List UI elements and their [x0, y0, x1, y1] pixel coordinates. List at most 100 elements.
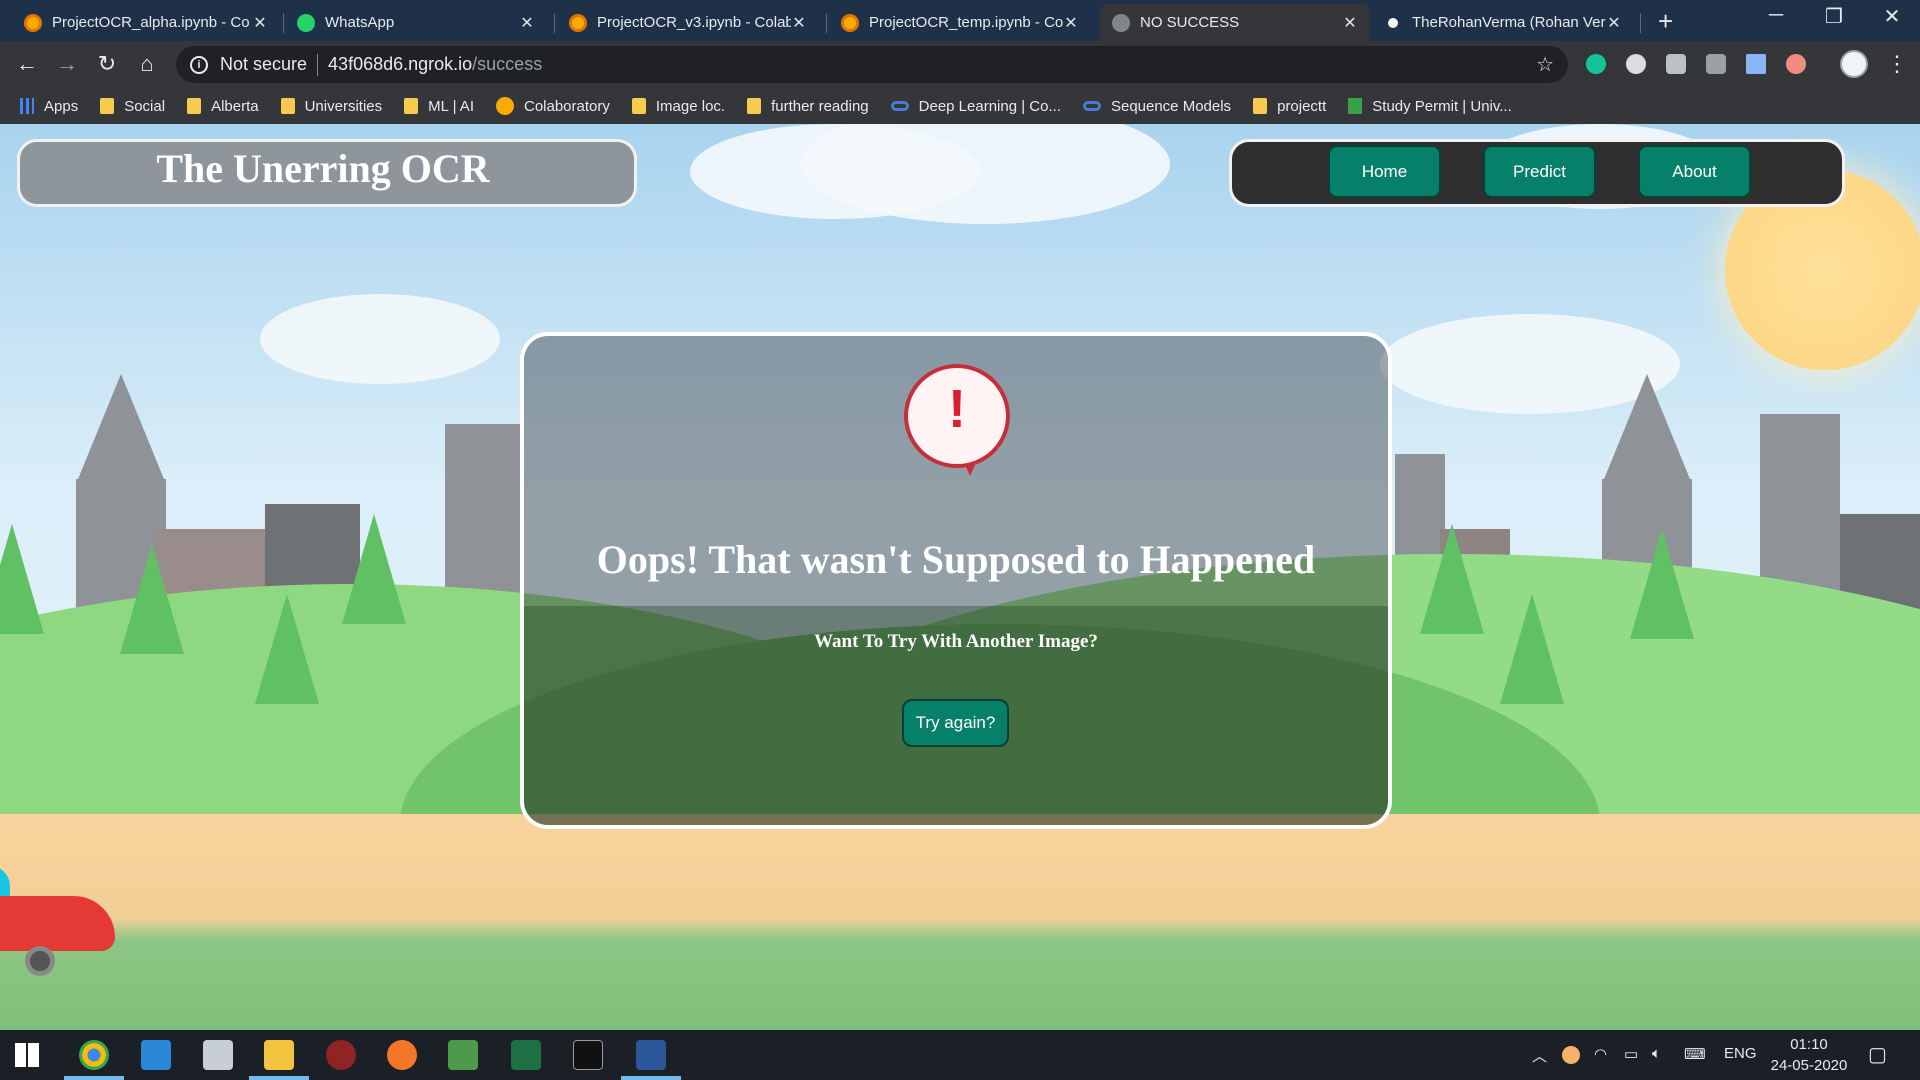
tab-title: NO SUCCESS [1140, 14, 1240, 31]
tab-projectocr-temp[interactable]: ProjectOCR_temp.ipynb - Co ✕ [829, 4, 1091, 41]
more-menu-icon[interactable]: ⋮ [1886, 51, 1908, 77]
battery-icon[interactable]: ▭ [1624, 1045, 1638, 1063]
tab-title: ProjectOCR_alpha.ipynb - Co [52, 14, 250, 31]
bookmark-colaboratory[interactable]: Colaboratory [495, 97, 610, 115]
globe-icon [1112, 13, 1130, 32]
wifi-icon[interactable]: ◠ [1594, 1045, 1607, 1063]
shield-extension-icon[interactable] [1666, 54, 1686, 74]
folder-icon [100, 98, 115, 114]
nav-home-button[interactable]: Home [1328, 145, 1441, 198]
grammarly-extension-icon[interactable] [1586, 54, 1606, 74]
back-button[interactable]: ← [12, 49, 42, 79]
notifications-icon[interactable]: ▢ [1868, 1042, 1887, 1067]
printer-taskbar-icon[interactable] [203, 1040, 233, 1070]
tab-title: TheRohanVerma (Rohan Vern [1412, 14, 1606, 31]
spider-app-icon[interactable] [326, 1040, 356, 1070]
terminal-taskbar-icon[interactable] [573, 1040, 603, 1070]
browser-toolbar: ← → ↻ ⌂ i Not secure 43f068d6.ngrok.io/s… [0, 41, 1920, 88]
bookmark-label: projectt [1277, 97, 1327, 115]
file-explorer-icon[interactable] [264, 1040, 294, 1070]
bookmark-sequence-models[interactable]: Sequence Models [1082, 98, 1231, 115]
minimize-button[interactable]: ─ [1756, 4, 1796, 27]
system-clock[interactable]: 01:10 24-05-2020 [1764, 1034, 1854, 1076]
restore-button[interactable]: ❐ [1814, 4, 1854, 29]
bookmark-apps[interactable]: Apps [20, 98, 78, 115]
active-app-indicator [64, 1076, 124, 1080]
todo-taskbar-icon[interactable] [141, 1040, 171, 1070]
bookmark-ml-ai[interactable]: ML | AI [404, 98, 474, 115]
bookmark-social[interactable]: Social [100, 98, 165, 115]
bookmark-label: Apps [44, 97, 79, 115]
word-taskbar-icon[interactable] [636, 1040, 666, 1070]
bookmark-deep-learning[interactable]: Deep Learning | Co... [890, 98, 1061, 115]
nav-about-button[interactable]: About [1638, 145, 1751, 198]
tab-projectocr-v3[interactable]: ProjectOCR_v3.ipynb - Colab ✕ [557, 4, 819, 41]
folder-icon [1253, 98, 1268, 114]
folder-icon [404, 98, 419, 114]
home-button[interactable]: ⌂ [132, 49, 162, 79]
bookmark-label: Colaboratory [523, 97, 610, 115]
close-icon[interactable]: ✕ [1342, 13, 1358, 33]
whatsapp-icon [297, 13, 315, 32]
image-app-taskbar-icon[interactable] [448, 1040, 478, 1070]
try-again-button[interactable]: Try again? [902, 699, 1009, 747]
info-icon[interactable]: i [190, 55, 208, 74]
bookmark-image-loc[interactable]: Image loc. [631, 98, 725, 115]
tab-whatsapp[interactable]: WhatsApp ✕ [285, 4, 547, 41]
main-nav: Home Predict About [1229, 139, 1845, 207]
chrome-taskbar-icon[interactable] [79, 1040, 109, 1070]
volume-icon[interactable]: 🔈︎ [1652, 1045, 1661, 1062]
jupyter-taskbar-icon[interactable] [387, 1040, 417, 1070]
language-indicator[interactable]: ENG [1724, 1045, 1757, 1062]
bookmark-label: Study Permit | Univ... [1372, 97, 1512, 115]
excel-taskbar-icon[interactable] [511, 1040, 541, 1070]
nav-predict-button[interactable]: Predict [1483, 145, 1596, 198]
bookmark-label: further reading [771, 97, 869, 115]
colab-icon [841, 13, 859, 32]
tab-github[interactable]: TheRohanVerma (Rohan Vern ✕ [1372, 4, 1634, 41]
bookmark-universities[interactable]: Universities [280, 98, 382, 115]
tray-app-icon[interactable] [1562, 1046, 1580, 1064]
reload-button[interactable]: ↻ [92, 49, 122, 79]
tab-separator [1640, 13, 1641, 33]
tab-separator [283, 13, 284, 33]
error-heading: Oops! That wasn't Supposed to Happened [596, 537, 1316, 582]
tab-title: ProjectOCR_v3.ipynb - Colab [597, 14, 791, 31]
colab-icon [24, 13, 42, 32]
bookmark-alberta[interactable]: Alberta [187, 98, 259, 115]
bookmark-label: ML | AI [428, 97, 474, 115]
bookmark-projectt[interactable]: projectt [1253, 98, 1326, 115]
block-extension-icon[interactable] [1626, 54, 1646, 74]
close-window-button[interactable]: ✕ [1872, 4, 1912, 29]
background-building [1602, 374, 1692, 484]
new-tab-button[interactable]: + [1658, 6, 1673, 37]
windows-start-icon[interactable] [15, 1043, 39, 1067]
active-app-indicator [621, 1076, 681, 1080]
bookmark-star-icon[interactable]: ☆ [1536, 52, 1554, 77]
close-icon[interactable]: ✕ [519, 13, 535, 33]
camera-extension-icon[interactable] [1706, 54, 1726, 74]
profile-avatar[interactable] [1840, 50, 1868, 78]
tray-expand-icon[interactable]: ︿ [1532, 1045, 1547, 1066]
background-tree [342, 514, 406, 624]
close-icon[interactable]: ✕ [1063, 13, 1079, 33]
error-subheading: Want To Try With Another Image? [814, 631, 1098, 652]
tab-no-success[interactable]: NO SUCCESS ✕ [1100, 4, 1370, 41]
close-icon[interactable]: ✕ [1606, 13, 1622, 33]
close-icon[interactable]: ✕ [252, 13, 268, 33]
keyboard-icon[interactable]: ⌨︎ [1684, 1045, 1706, 1063]
forward-button[interactable]: → [52, 49, 82, 79]
bookmark-study-permit[interactable]: Study Permit | Univ... [1348, 98, 1512, 115]
close-icon[interactable]: ✕ [791, 13, 807, 33]
address-bar[interactable]: i Not secure 43f068d6.ngrok.io/success ☆ [176, 46, 1568, 83]
divider [317, 53, 319, 76]
tab-projectocr-alpha[interactable]: ProjectOCR_alpha.ipynb - Co ✕ [12, 4, 280, 41]
cursor-extension-icon[interactable] [1746, 54, 1766, 74]
bookmark-label: Alberta [211, 97, 259, 115]
bookmark-further-reading[interactable]: further reading [747, 98, 869, 115]
browser-tab-strip: ProjectOCR_alpha.ipynb - Co ✕ WhatsApp ✕… [0, 0, 1920, 41]
permit-icon [1348, 98, 1363, 114]
tab-title: WhatsApp [325, 14, 395, 31]
brand-header: The Unerring OCR [17, 139, 637, 207]
colab-extension-icon[interactable] [1786, 54, 1806, 74]
